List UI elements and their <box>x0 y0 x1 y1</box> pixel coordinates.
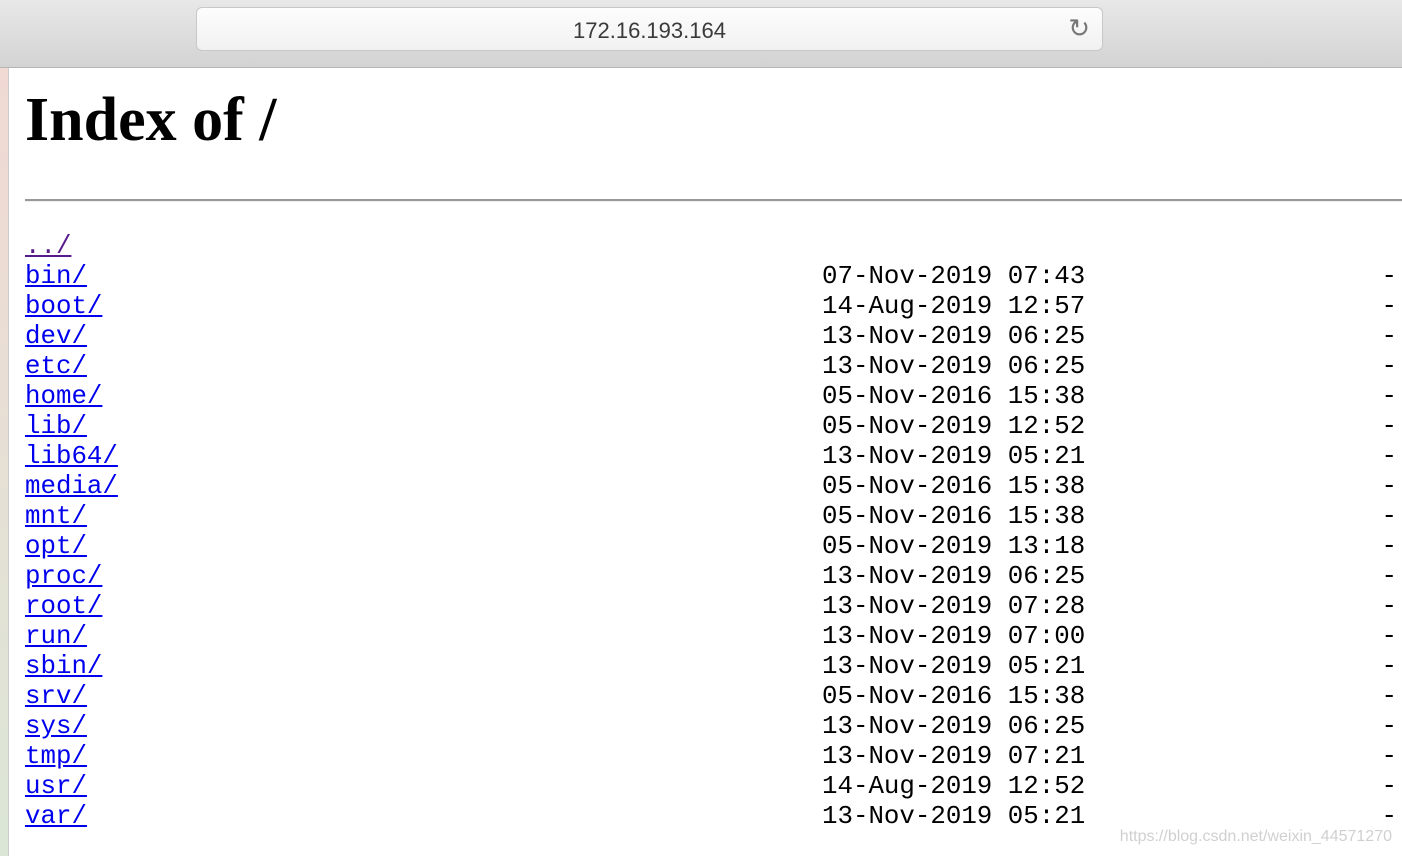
file-size: - <box>1381 472 1397 501</box>
modified-date: 14-Aug-2019 12:52 <box>822 772 1086 801</box>
file-size: - <box>1381 622 1397 651</box>
directory-link[interactable]: sys/ <box>25 712 87 742</box>
file-size: - <box>1381 592 1397 621</box>
modified-date: 13-Nov-2019 06:25 <box>822 352 1086 381</box>
directory-link[interactable]: mnt/ <box>25 502 87 532</box>
file-size: - <box>1381 382 1397 411</box>
list-item: etc/13-Nov-2019 06:25 - <box>0 352 1402 382</box>
modified-date: 14-Aug-2019 12:57 <box>822 292 1086 321</box>
directory-link[interactable]: etc/ <box>25 352 87 382</box>
list-item: sys/13-Nov-2019 06:25 - <box>0 712 1402 742</box>
directory-link[interactable]: var/ <box>25 802 87 832</box>
divider <box>25 199 1402 202</box>
page-title: Index of / <box>25 86 277 154</box>
modified-date: 05-Nov-2016 15:38 <box>822 472 1086 501</box>
list-item: opt/05-Nov-2019 13:18 - <box>0 532 1402 562</box>
modified-date: 13-Nov-2019 07:28 <box>822 592 1086 621</box>
address-bar[interactable]: 172.16.193.164 ↻ <box>196 7 1103 51</box>
file-size: - <box>1381 742 1397 771</box>
list-item: bin/07-Nov-2019 07:43 - <box>0 262 1402 292</box>
list-item: usr/14-Aug-2019 12:52 - <box>0 772 1402 802</box>
file-size: - <box>1381 712 1397 741</box>
list-item: lib64/13-Nov-2019 05:21 - <box>0 442 1402 472</box>
directory-link[interactable]: media/ <box>25 472 118 502</box>
directory-link[interactable]: lib64/ <box>25 442 118 472</box>
modified-date: 13-Nov-2019 05:21 <box>822 802 1086 831</box>
directory-link[interactable]: dev/ <box>25 322 87 352</box>
url-text: 172.16.193.164 <box>573 18 726 43</box>
modified-date: 07-Nov-2019 07:43 <box>822 262 1086 291</box>
modified-date: 05-Nov-2016 15:38 <box>822 502 1086 531</box>
modified-date: 13-Nov-2019 07:00 <box>822 622 1086 651</box>
file-size: - <box>1381 532 1397 561</box>
directory-link[interactable]: srv/ <box>25 682 87 712</box>
modified-date: 13-Nov-2019 07:21 <box>822 742 1086 771</box>
file-size: - <box>1381 412 1397 441</box>
list-item: mnt/05-Nov-2016 15:38 - <box>0 502 1402 532</box>
list-item: srv/05-Nov-2016 15:38 - <box>0 682 1402 712</box>
list-item: root/13-Nov-2019 07:28 - <box>0 592 1402 622</box>
list-item: run/13-Nov-2019 07:00 - <box>0 622 1402 652</box>
file-size: - <box>1381 772 1397 801</box>
modified-date: 05-Nov-2019 13:18 <box>822 532 1086 561</box>
parent-directory-link[interactable]: ../ <box>25 232 71 262</box>
directory-link[interactable]: sbin/ <box>25 652 102 682</box>
directory-link[interactable]: bin/ <box>25 262 87 292</box>
list-item: tmp/13-Nov-2019 07:21 - <box>0 742 1402 772</box>
list-item: home/05-Nov-2016 15:38 - <box>0 382 1402 412</box>
directory-link[interactable]: root/ <box>25 592 102 622</box>
modified-date: 13-Nov-2019 06:25 <box>822 562 1086 591</box>
list-item: media/05-Nov-2016 15:38 - <box>0 472 1402 502</box>
file-size: - <box>1381 502 1397 531</box>
list-item: sbin/13-Nov-2019 05:21 - <box>0 652 1402 682</box>
file-size: - <box>1381 352 1397 381</box>
modified-date: 13-Nov-2019 06:25 <box>822 712 1086 741</box>
file-size: - <box>1381 652 1397 681</box>
browser-toolbar: 172.16.193.164 ↻ <box>0 0 1402 68</box>
directory-link[interactable]: lib/ <box>25 412 87 442</box>
modified-date: 13-Nov-2019 06:25 <box>822 322 1086 351</box>
list-item: lib/05-Nov-2019 12:52 - <box>0 412 1402 442</box>
file-size: - <box>1381 322 1397 351</box>
file-size: - <box>1381 262 1397 291</box>
file-size: - <box>1381 442 1397 471</box>
reload-icon[interactable]: ↻ <box>1068 14 1090 44</box>
list-item: boot/14-Aug-2019 12:57 - <box>0 292 1402 322</box>
list-item: proc/13-Nov-2019 06:25 - <box>0 562 1402 592</box>
file-size: - <box>1381 682 1397 711</box>
directory-link[interactable]: home/ <box>25 382 102 412</box>
directory-link[interactable]: opt/ <box>25 532 87 562</box>
directory-link[interactable]: usr/ <box>25 772 87 802</box>
list-item: dev/13-Nov-2019 06:25 - <box>0 322 1402 352</box>
list-item-parent: ../ <box>0 232 1402 262</box>
modified-date: 05-Nov-2019 12:52 <box>822 412 1086 441</box>
directory-listing: ../ bin/07-Nov-2019 07:43- boot/14-Aug-20… <box>0 232 1402 832</box>
modified-date: 05-Nov-2016 15:38 <box>822 382 1086 411</box>
modified-date: 05-Nov-2016 15:38 <box>822 682 1086 711</box>
directory-link[interactable]: tmp/ <box>25 742 87 772</box>
file-size: - <box>1381 562 1397 591</box>
directory-link[interactable]: run/ <box>25 622 87 652</box>
file-size: - <box>1381 292 1397 321</box>
directory-link[interactable]: proc/ <box>25 562 102 592</box>
modified-date: 13-Nov-2019 05:21 <box>822 442 1086 471</box>
modified-date: 13-Nov-2019 05:21 <box>822 652 1086 681</box>
watermark: https://blog.csdn.net/weixin_44571270 <box>1119 828 1392 845</box>
directory-link[interactable]: boot/ <box>25 292 102 322</box>
